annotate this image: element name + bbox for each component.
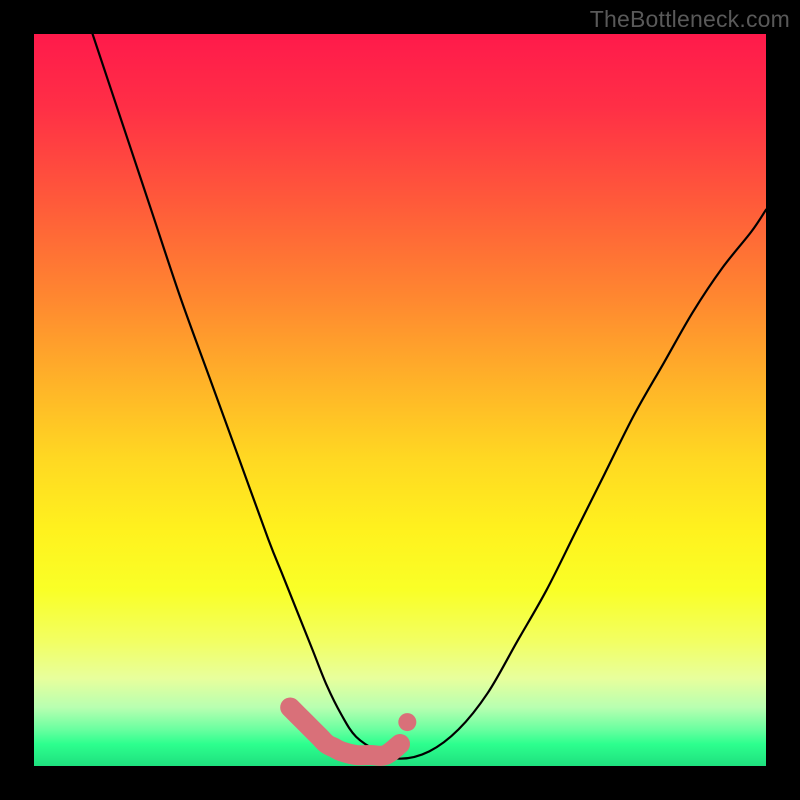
chart-plot-area xyxy=(34,34,766,766)
highlight-path xyxy=(290,707,400,755)
highlight-dot xyxy=(398,713,416,731)
bottleneck-curve xyxy=(93,34,766,759)
highlight-markers xyxy=(290,707,416,755)
watermark-text: TheBottleneck.com xyxy=(590,6,790,33)
chart-frame: TheBottleneck.com xyxy=(0,0,800,800)
chart-svg xyxy=(34,34,766,766)
